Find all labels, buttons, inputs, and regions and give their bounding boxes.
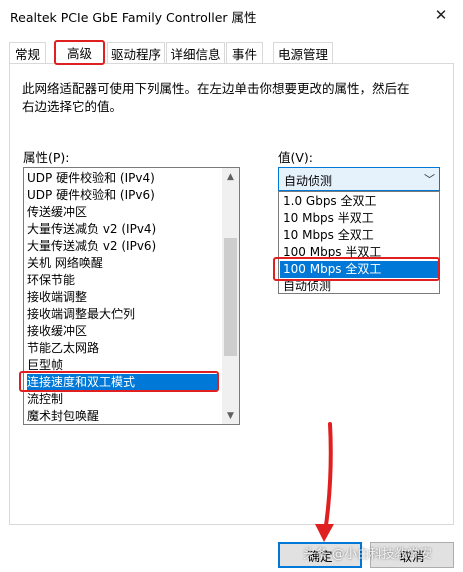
list-item[interactable]: 大量传送减负 v2 (IPv4): [27, 221, 156, 238]
property-list[interactable]: UDP 硬件校验和 (IPv4) UDP 硬件校验和 (IPv6) 传送缓冲区 …: [23, 167, 240, 425]
combo-value: 自动侦测: [284, 174, 333, 188]
title-bar: Realtek PCIe GbE Family Controller 属性 ✕: [0, 0, 463, 32]
ok-button[interactable]: 确定: [278, 542, 362, 568]
panel-description: 此网络适配器可使用下列属性。在左边单击你想要更改的属性，然后在右边选择它的值。: [22, 81, 410, 114]
list-item[interactable]: 关机 网络唤醒: [27, 255, 103, 272]
tab-advanced[interactable]: 高级: [54, 40, 105, 65]
dropdown-option[interactable]: 100 Mbps 半双工: [280, 244, 438, 261]
list-item[interactable]: UDP 硬件校验和 (IPv6): [27, 187, 155, 204]
list-item[interactable]: 巨型帧: [27, 357, 63, 374]
list-item[interactable]: 环保节能: [27, 272, 75, 289]
tab-power-management[interactable]: 电源管理: [273, 42, 333, 63]
value-label: 值(V):: [278, 150, 314, 165]
list-item[interactable]: 节能乙太网路: [27, 340, 99, 357]
list-item[interactable]: 接收端调整: [27, 289, 87, 306]
scroll-up-icon[interactable]: ▲: [222, 168, 239, 185]
list-item[interactable]: UDP 硬件校验和 (IPv4): [27, 170, 155, 187]
dropdown-option[interactable]: 10 Mbps 全双工: [280, 227, 438, 244]
list-item[interactable]: 接收缓冲区: [27, 323, 87, 340]
value-combobox[interactable]: 自动侦测 ﹀: [278, 167, 440, 191]
chevron-down-icon[interactable]: ﹀: [424, 171, 435, 187]
list-item[interactable]: 魔术封包唤醒: [27, 408, 99, 424]
scroll-down-icon[interactable]: ▼: [222, 407, 239, 424]
dropdown-option-highlighted[interactable]: 100 Mbps 全双工: [280, 261, 438, 278]
scrollbar-thumb[interactable]: [224, 238, 237, 356]
window-title: Realtek PCIe GbE Family Controller 属性: [10, 10, 257, 25]
dropdown-option[interactable]: 10 Mbps 半双工: [280, 210, 438, 227]
tab-driver[interactable]: 驱动程序: [107, 42, 165, 63]
tab-general[interactable]: 常规: [9, 42, 46, 63]
list-item[interactable]: 大量传送减负 v2 (IPv6): [27, 238, 156, 255]
value-dropdown-list[interactable]: 1.0 Gbps 全双工 10 Mbps 半双工 10 Mbps 全双工 100…: [278, 191, 440, 294]
close-icon[interactable]: ✕: [419, 0, 463, 30]
tab-events[interactable]: 事件: [226, 42, 263, 63]
tab-bar: 常规 高级 驱动程序 详细信息 事件 电源管理: [9, 40, 454, 65]
tab-details[interactable]: 详细信息: [166, 42, 225, 63]
dropdown-option[interactable]: 1.0 Gbps 全双工: [280, 193, 438, 210]
list-item[interactable]: 传送缓冲区: [27, 204, 87, 221]
dropdown-option[interactable]: 自动侦测: [280, 278, 438, 295]
list-item-selected[interactable]: 连接速度和双工模式: [27, 374, 217, 391]
list-item[interactable]: 流控制: [27, 391, 63, 408]
list-item[interactable]: 接收端调整最大伫列: [27, 306, 135, 323]
property-list-scrollbar[interactable]: ▲ ▼: [222, 168, 239, 424]
cancel-button[interactable]: 取消: [370, 542, 454, 568]
property-label: 属性(P):: [23, 150, 70, 165]
